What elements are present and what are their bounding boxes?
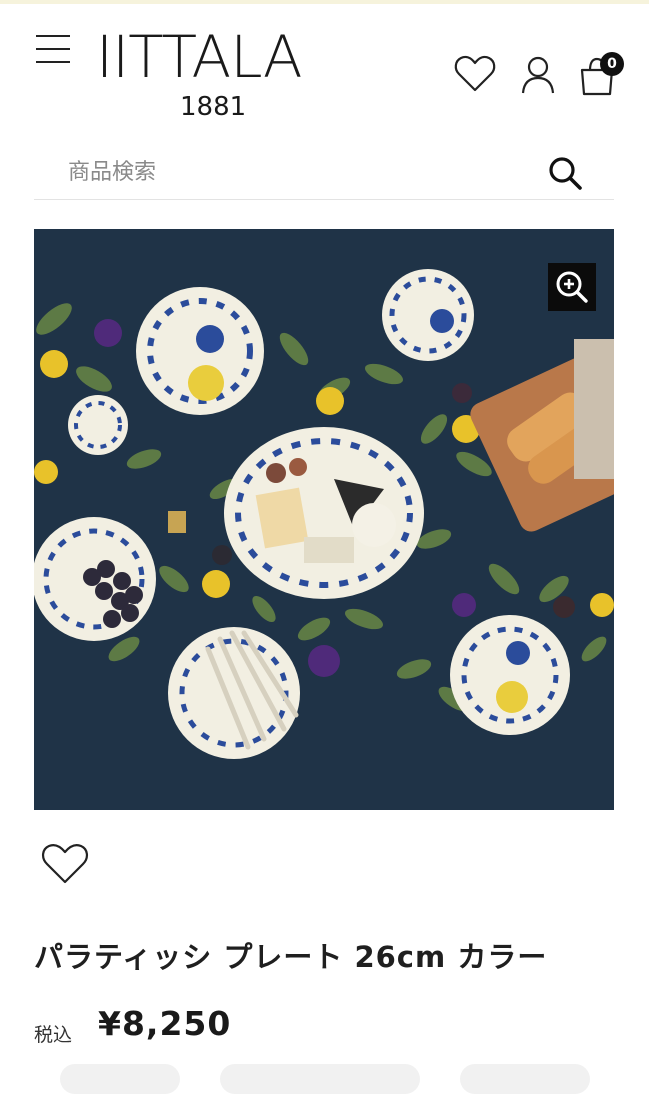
cart-count-badge: 0 bbox=[600, 52, 624, 76]
search-input[interactable] bbox=[34, 145, 568, 199]
user-icon[interactable] bbox=[518, 54, 558, 98]
logo-wordmark: IITTALA bbox=[96, 23, 303, 91]
tableware-photo bbox=[34, 229, 614, 810]
hamburger-menu-icon[interactable] bbox=[34, 32, 72, 66]
heart-outline-icon[interactable] bbox=[40, 842, 90, 888]
bottom-button-partial[interactable] bbox=[60, 1064, 180, 1094]
logo-year: 1881 bbox=[180, 92, 247, 122]
search-icon[interactable] bbox=[544, 153, 588, 193]
product-title: パラティッシ プレート 26cm カラー bbox=[34, 940, 548, 974]
bottom-button-partial[interactable] bbox=[220, 1064, 420, 1094]
price-row: 税込 ¥8,250 bbox=[34, 1002, 614, 1052]
product-image[interactable] bbox=[34, 229, 614, 810]
shopping-bag-icon[interactable]: 0 bbox=[578, 52, 624, 98]
bottom-button-partial[interactable] bbox=[460, 1064, 590, 1094]
tax-included-label: 税込 bbox=[34, 1024, 73, 1046]
brand-logo[interactable]: IITTALA 1881 bbox=[96, 26, 326, 126]
zoom-in-icon[interactable] bbox=[548, 263, 596, 311]
product-price: ¥8,250 bbox=[98, 1004, 232, 1043]
search-bar bbox=[34, 145, 614, 200]
bottom-action-bar-partial bbox=[0, 1058, 649, 1094]
site-header: IITTALA 1881 0 bbox=[0, 4, 649, 134]
heart-icon[interactable] bbox=[453, 54, 497, 98]
